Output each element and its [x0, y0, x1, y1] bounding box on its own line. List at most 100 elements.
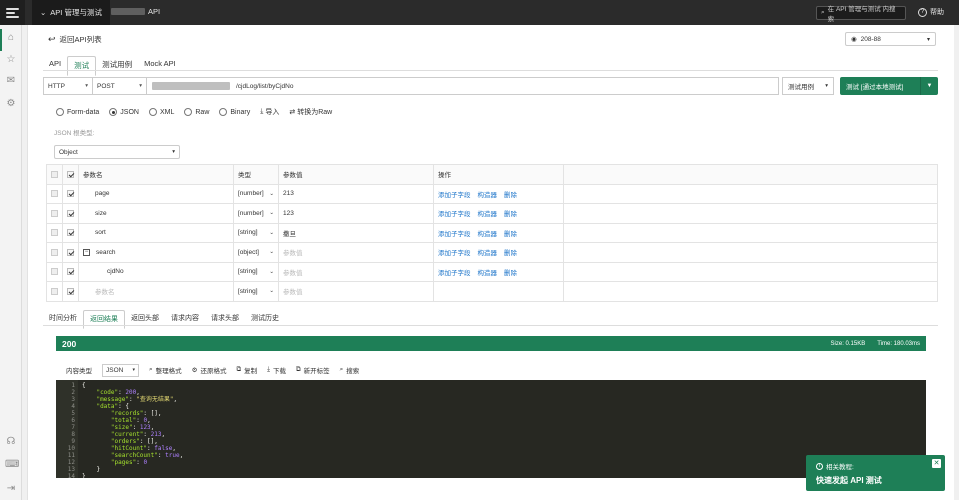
status-code: 200 — [62, 338, 77, 349]
builder-link[interactable]: 构造器 — [478, 250, 498, 257]
row-checkbox[interactable] — [67, 209, 74, 217]
star-icon[interactable]: ☆ — [5, 54, 17, 66]
builder-link[interactable]: 构造器 — [478, 211, 498, 218]
drag-handle[interactable] — [51, 209, 58, 217]
restore-button[interactable]: ⚙ 还原格式 — [192, 365, 227, 375]
delete-link[interactable]: 删除 — [504, 270, 517, 277]
tab-test-history[interactable]: 测试历史 — [245, 310, 285, 329]
param-type-cell[interactable]: [string] ⌄ — [233, 261, 279, 282]
add-child-link[interactable]: 添加子字段 — [438, 211, 471, 218]
param-value-cell[interactable]: 参数值 — [278, 261, 434, 282]
close-icon[interactable]: ✕ — [932, 459, 941, 468]
tab-divider — [43, 70, 938, 71]
format-button[interactable]: ⌕ 整理格式 — [149, 365, 182, 375]
delete-link[interactable]: 删除 — [504, 211, 517, 218]
param-name-cell[interactable]: sort — [78, 222, 234, 243]
tab-request-body[interactable]: 请求内容 — [165, 310, 205, 329]
param-value-cell[interactable]: 参数值 — [278, 242, 434, 263]
drag-handle[interactable] — [51, 190, 58, 198]
search-button[interactable]: ⌕ 搜索 — [340, 365, 360, 375]
download-button[interactable]: ⤓ 下载 — [267, 365, 286, 375]
row-checkbox[interactable] — [67, 229, 74, 237]
help-button[interactable]: ? 帮助 — [918, 7, 944, 17]
method-select[interactable]: POST ▾ — [93, 77, 147, 95]
tab-request-headers[interactable]: 请求头部 — [205, 310, 245, 329]
param-type-cell[interactable]: [string] ⌄ — [233, 222, 279, 243]
param-name-cell[interactable]: page — [78, 183, 234, 204]
radio-xml[interactable]: XML — [148, 108, 174, 116]
keyboard-icon[interactable]: ⌨ — [5, 459, 19, 471]
add-child-link[interactable]: 添加子字段 — [438, 192, 471, 199]
radio-raw[interactable]: Raw — [184, 108, 209, 116]
response-editor[interactable]: 1 2 3 4 5 6 7 8 9 10 11 12 13 14 { "code": 200, "mess… — [56, 380, 926, 478]
tab-api[interactable]: API — [43, 56, 67, 76]
json-root-type-select[interactable]: Object ▾ — [54, 145, 180, 159]
copy-button[interactable]: ⧉ 复制 — [236, 365, 257, 375]
tab-time-analysis[interactable]: 时间分析 — [43, 310, 83, 329]
toast-link[interactable]: 快速发起 API 测试 — [816, 475, 882, 486]
builder-link[interactable]: 构造器 — [478, 231, 498, 238]
drag-handle[interactable] — [51, 248, 58, 256]
radio-form-data[interactable]: Form-data — [56, 108, 99, 116]
global-search-input[interactable]: ⌕ 在 API 管理与测试 内搜索 — [816, 6, 906, 23]
param-value-cell[interactable]: 123 — [278, 203, 434, 224]
tab-mock-api[interactable]: Mock API — [138, 56, 182, 76]
tab-test[interactable]: 测试 — [67, 56, 97, 76]
drag-handle[interactable] — [51, 229, 58, 237]
builder-link[interactable]: 构造器 — [478, 192, 498, 199]
new-param-value-cell[interactable]: 参数值 — [278, 281, 434, 302]
param-type-cell[interactable]: [number] ⌄ — [233, 203, 279, 224]
param-name-cell[interactable]: cjdNo — [78, 261, 234, 282]
new-param-type-cell[interactable]: [string] ⌄ — [233, 281, 279, 302]
protocol-select[interactable]: HTTP ▾ — [43, 77, 93, 95]
select-all-checkbox[interactable] — [67, 170, 74, 178]
convert-raw-button[interactable]: ⇄ 转换为Raw — [289, 107, 332, 117]
run-test-dropdown-icon[interactable]: ▼ — [920, 77, 938, 95]
row-checkbox[interactable] — [67, 287, 74, 295]
param-value-cell[interactable]: 213 — [278, 183, 434, 204]
add-child-link[interactable]: 添加子字段 — [438, 231, 471, 238]
tab-test-cases[interactable]: 测试用例 — [96, 56, 138, 76]
project-suffix: API — [148, 7, 161, 16]
import-button[interactable]: ⤓ 导入 — [260, 107, 279, 117]
run-test-button[interactable]: 测试 [通过本地测试] ▼ — [840, 77, 938, 95]
row-checkbox[interactable] — [67, 190, 74, 198]
drag-handle[interactable] — [51, 287, 58, 295]
back-to-api-list[interactable]: ↩ 返回API列表 — [48, 34, 102, 45]
collapse-icon[interactable]: − — [83, 248, 90, 256]
new-param-name-cell[interactable]: 参数名 — [78, 281, 234, 302]
drag-handle[interactable] — [51, 268, 58, 276]
param-name-cell[interactable]: size — [78, 203, 234, 224]
param-type-cell[interactable]: [object] ⌄ — [233, 242, 279, 263]
add-child-link[interactable]: 添加子字段 — [438, 250, 471, 257]
param-name-cell[interactable]: − search — [78, 242, 234, 263]
builder-link[interactable]: 构造器 — [478, 270, 498, 277]
row-checkbox[interactable] — [67, 248, 74, 256]
chevron-down-icon: ⌄ — [269, 229, 274, 236]
row-checkbox[interactable] — [67, 268, 74, 276]
content-type-select[interactable]: JSON ▾ — [102, 363, 139, 377]
delete-link[interactable]: 删除 — [504, 250, 517, 257]
radio-json[interactable]: JSON — [109, 108, 139, 116]
radio-binary[interactable]: Binary — [219, 108, 250, 116]
delete-link[interactable]: 删除 — [504, 231, 517, 238]
settings-icon[interactable]: ⚙ — [5, 98, 17, 110]
home-icon[interactable]: ⌂ — [5, 32, 17, 44]
tab-response-headers[interactable]: 返回头部 — [125, 310, 165, 329]
collapse-icon[interactable]: ⇥ — [5, 483, 17, 495]
delete-link[interactable]: 删除 — [504, 192, 517, 199]
new-tab-button[interactable]: ⧉ 新开标签 — [296, 365, 330, 375]
tutorial-toast[interactable]: i 相关教程: 快速发起 API 测试 ✕ — [806, 455, 945, 491]
environment-select[interactable]: ◉ 208-88 ▾ — [845, 32, 936, 46]
mail-icon[interactable]: ✉ — [5, 75, 17, 87]
test-case-button[interactable]: 测试用例 ▾ — [782, 77, 834, 95]
headset-icon[interactable]: ☊ — [5, 436, 17, 448]
param-type-cell[interactable]: [number] ⌄ — [233, 183, 279, 204]
code-line: { — [82, 382, 86, 389]
app-logo-icon[interactable] — [0, 0, 25, 25]
product-menu[interactable]: ⌄ API 管理与测试 — [32, 0, 110, 25]
add-child-link[interactable]: 添加子字段 — [438, 270, 471, 277]
tab-response-body[interactable]: 返回结果 — [83, 310, 125, 329]
url-input[interactable]: /cjdLog/list/byCjdNo — [147, 77, 779, 95]
param-value-cell[interactable]: 撒旦 — [278, 222, 434, 243]
